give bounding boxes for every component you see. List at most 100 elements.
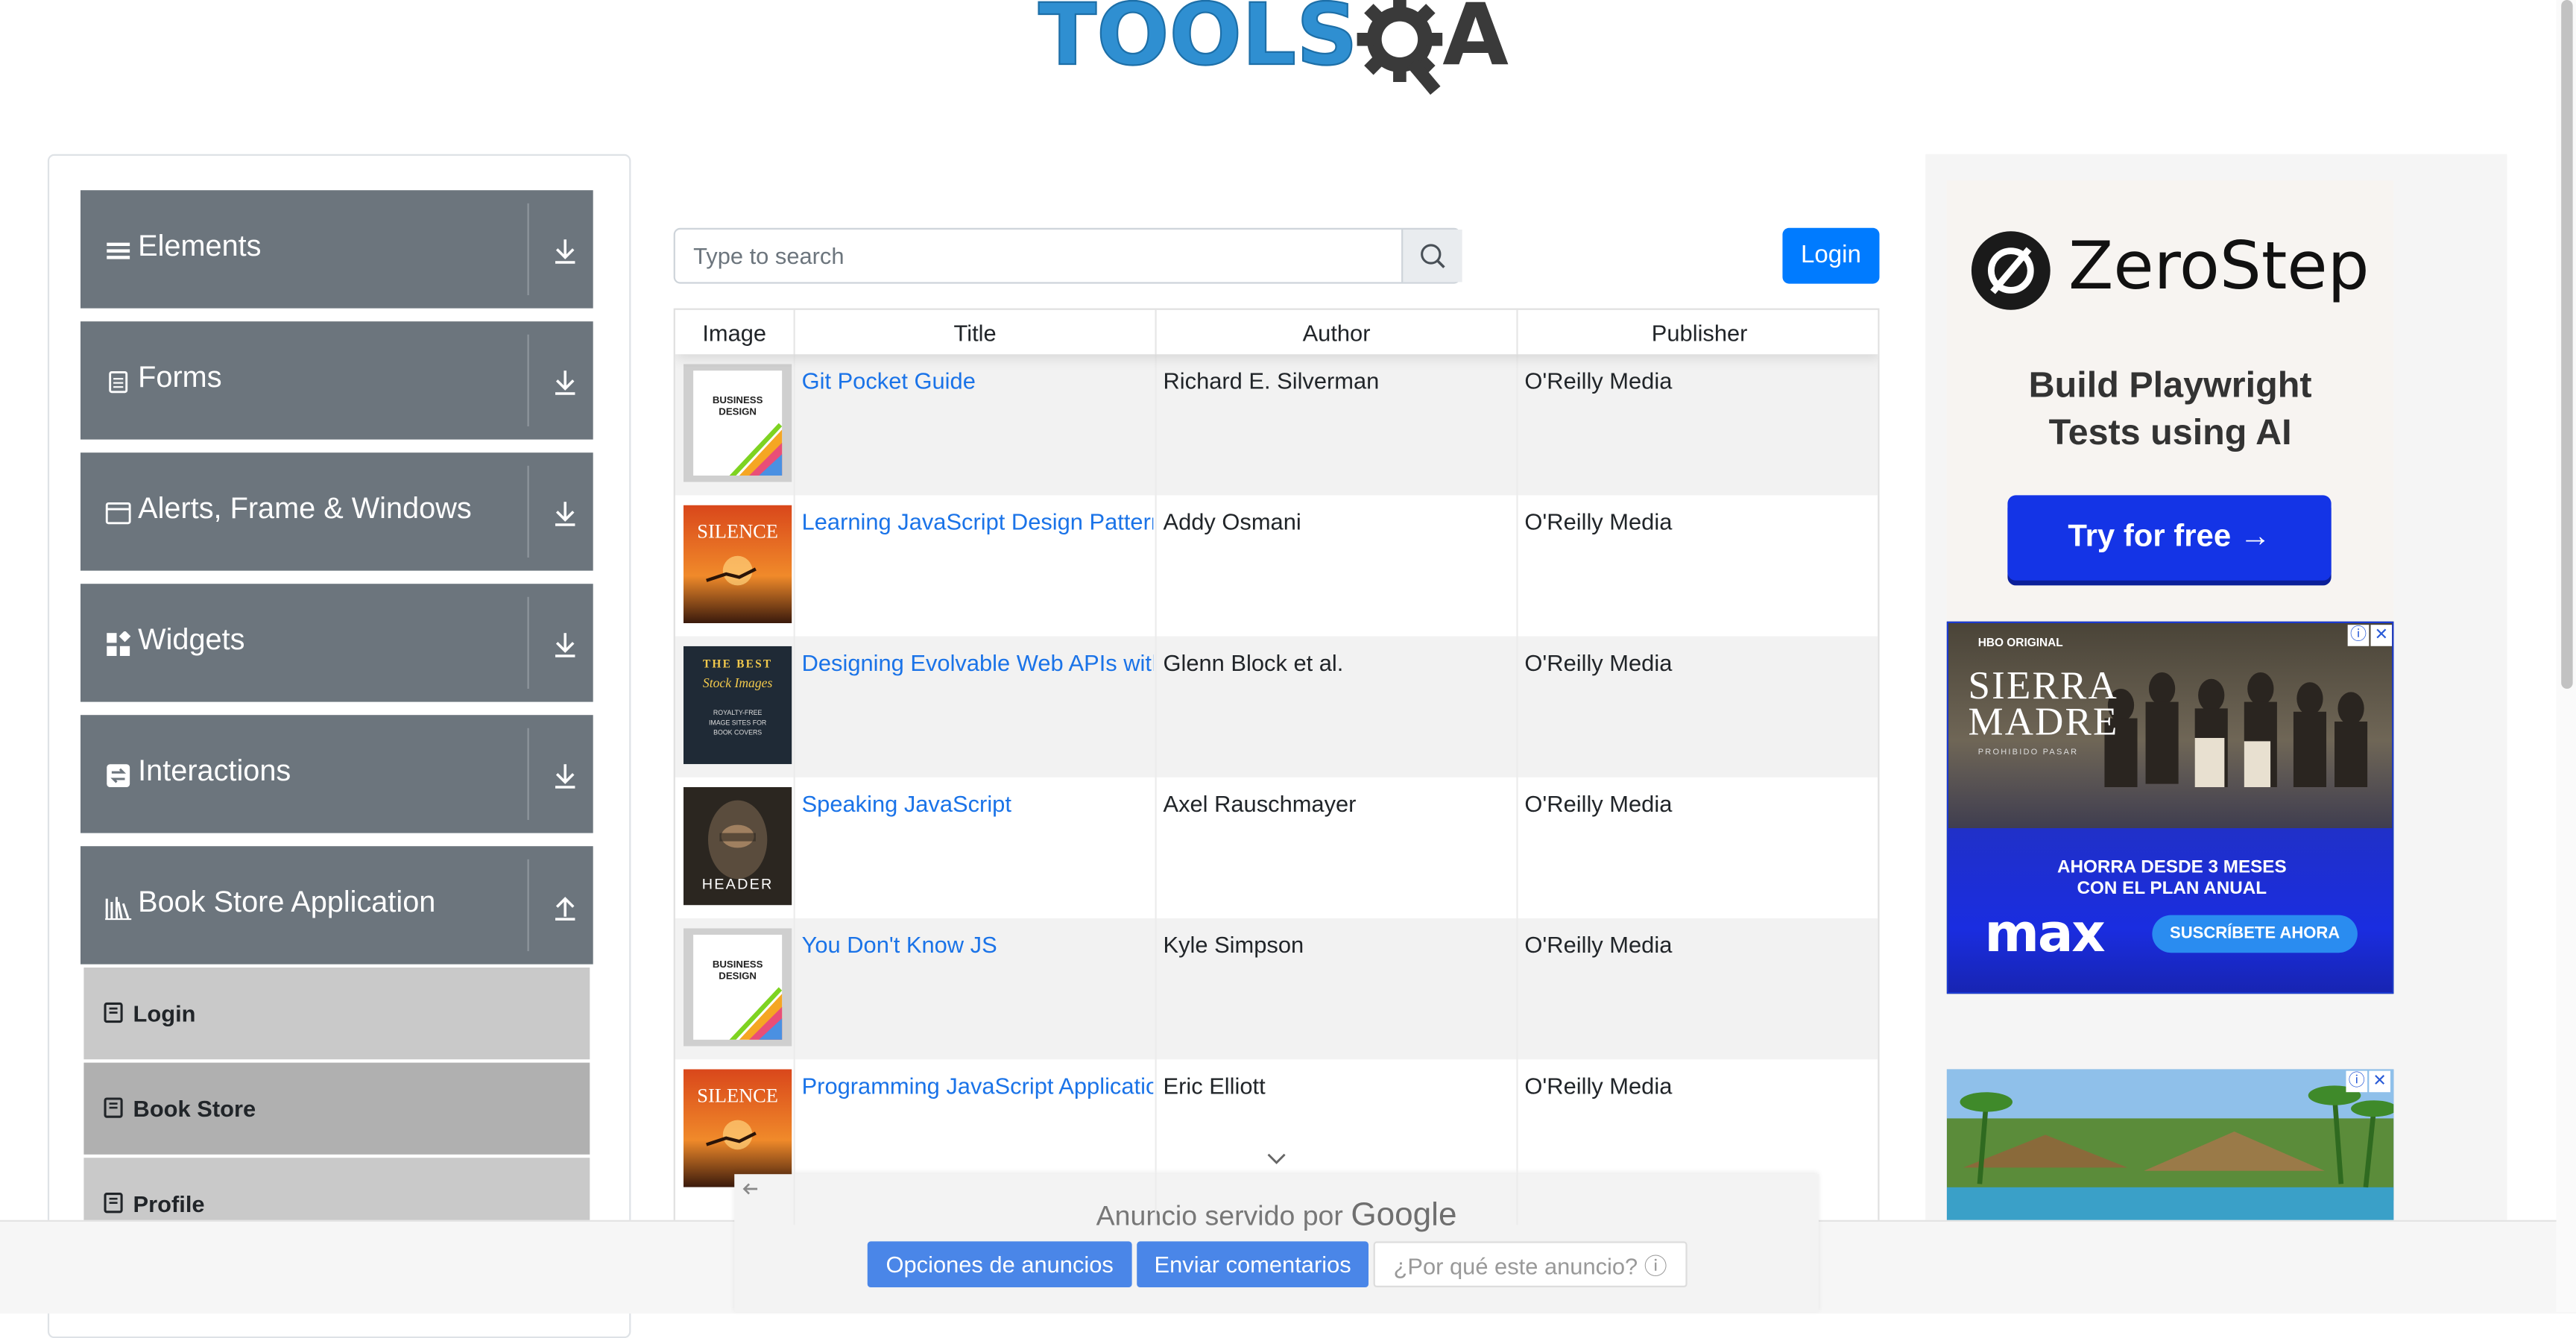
book-title-link[interactable]: Programming JavaScript Applications [802, 1073, 1154, 1099]
sidebar-group-label: Book Store Application [138, 886, 436, 918]
cover-text: Stock Images [703, 675, 773, 690]
books-table: Image Title Author Publisher BUSINESS DES… [673, 308, 1880, 1227]
book-title-link[interactable]: Git Pocket Guide [802, 367, 1154, 394]
cover-text: HEADER [702, 876, 774, 892]
back-arrow-icon[interactable] [741, 1179, 760, 1199]
why-this-ad-button[interactable]: ¿Por qué este anuncio? ⓘ [1373, 1241, 1688, 1287]
book-title-link[interactable]: Speaking JavaScript [802, 790, 1154, 816]
sierra-madre-ad[interactable]: HBO ORIGINAL SIERRA MADRE PROHIBIDO PASAR… [1946, 621, 2394, 994]
book-cover-image[interactable]: THE BEST Stock Images ROYALTY-FREE IMAGE SI… [683, 646, 792, 765]
close-ad-icon[interactable]: ✕ [2369, 1070, 2390, 1093]
hbo-label: HBO ORIGINAL [1977, 637, 2063, 650]
book-cover-image[interactable]: BUSINESS DESIGN [683, 928, 792, 1047]
logo-a: A [1442, 0, 1509, 86]
divider [527, 728, 529, 820]
divider [527, 596, 529, 689]
book-title-link[interactable]: You Don't Know JS [802, 932, 1154, 958]
cover-text: SILENCE [697, 1084, 778, 1106]
sidebar-group-label: Interactions [138, 754, 291, 787]
sidebar-group-elements[interactable]: Elements [80, 190, 593, 309]
book-publisher: O'Reilly Media [1524, 508, 1673, 535]
book-publisher: O'Reilly Media [1524, 649, 1673, 676]
logo-text: TOOLS [1038, 0, 1359, 86]
adchoices-icon[interactable]: ⓘ [2347, 625, 2370, 646]
cover-text: IMAGE SITES FOR [709, 719, 766, 726]
sidebar-group-alerts[interactable]: Alerts, Frame & Windows [80, 452, 593, 571]
book-icon [104, 1097, 123, 1118]
cover-text: DESIGN [719, 970, 757, 981]
divider [527, 203, 529, 295]
column-separator [1516, 309, 1518, 1225]
sidebar-group-label: Widgets [138, 623, 245, 656]
close-ad-icon[interactable]: ✕ [2370, 625, 2393, 646]
book-cover-image[interactable]: HEADER [683, 787, 792, 906]
search-box [673, 227, 1462, 284]
upload-arrow-icon [555, 897, 575, 921]
login-button[interactable]: Login [1782, 227, 1880, 284]
book-author: Eric Elliott [1163, 1072, 1266, 1099]
cover-text: SILENCE [697, 520, 778, 543]
document-icon [109, 370, 128, 394]
zerostep-tagline-1: Build Playwright [2028, 364, 2312, 405]
zerostep-ad[interactable]: ZeroStep Build Playwright Tests using AI … [1946, 180, 2394, 620]
download-arrow-icon [555, 370, 575, 395]
sidebar-item-login[interactable]: Login [83, 968, 590, 1060]
column-header-publisher[interactable]: Publisher [1518, 310, 1878, 354]
divider [527, 465, 529, 558]
toolsqa-logo[interactable]: TOOLS A [1038, 0, 1531, 101]
column-header-image[interactable]: Image [675, 309, 795, 355]
column-separator [1155, 309, 1157, 1225]
sidebar-group-widgets[interactable]: Widgets [80, 584, 593, 702]
search-input[interactable] [675, 230, 1400, 283]
search-button[interactable] [1401, 230, 1462, 283]
window-icon [105, 502, 131, 525]
book-cover-image[interactable]: SILENCE [683, 1069, 792, 1187]
table-row: SILENCE Learning JavaScript Design Patte… [675, 495, 1878, 636]
book-author: Kyle Simpson [1163, 931, 1304, 958]
sidebar-group-book-store-application[interactable]: Book Store Application [80, 846, 593, 965]
ad-served-by: Anuncio servido por Google [734, 1197, 1819, 1235]
book-cover-image[interactable]: BUSINESS DESIGN [683, 364, 792, 482]
table-header: Image Title Author Publisher [675, 309, 1878, 355]
sierra-title: SIERRA MADRE [1968, 667, 2119, 745]
column-header-title[interactable]: Title [795, 309, 1157, 355]
sidebar-item-label: Login [133, 1000, 196, 1027]
zerostep-cta-button[interactable]: Try for free → [2007, 495, 2332, 581]
cover-text: ROYALTY-FREE [713, 709, 763, 716]
adchoices-icon[interactable]: ⓘ [2346, 1070, 2368, 1093]
cover-text: THE BEST [703, 657, 772, 670]
zerostep-tagline-2: Tests using AI [2048, 411, 2292, 453]
scrollbar-thumb[interactable] [2561, 0, 2573, 689]
cover-text: DESIGN [719, 406, 757, 417]
divider [527, 859, 529, 951]
sierra-offer-line-1: AHORRA DESDE 3 MESES [2057, 857, 2287, 877]
subscribe-button[interactable]: SUSCRÍBETE AHORA [2152, 915, 2358, 953]
chevron-down-icon[interactable] [1265, 1148, 1288, 1171]
book-title-link[interactable]: Learning JavaScript Design Patterns [802, 508, 1154, 534]
book-author: Glenn Block et al. [1163, 649, 1344, 676]
search-icon [1421, 244, 1445, 268]
sidebar-item-book-store[interactable]: Book Store [83, 1062, 590, 1155]
book-title-link[interactable]: Designing Evolvable Web APIs with ASP.NE… [802, 649, 1154, 675]
download-arrow-icon [555, 764, 575, 789]
cover-text: BUSINESS [713, 959, 763, 970]
widgets-icon [107, 631, 131, 656]
ad-options-button[interactable]: Opciones de anuncios [867, 1241, 1132, 1287]
book-icon [104, 1002, 123, 1023]
column-header-author[interactable]: Author [1157, 309, 1518, 355]
sidebar-group-interactions[interactable]: Interactions [80, 715, 593, 833]
download-arrow-icon [555, 502, 575, 526]
book-author: Axel Rauschmayer [1163, 790, 1357, 817]
download-arrow-icon [555, 239, 575, 264]
table-row: THE BEST Stock Images ROYALTY-FREE IMAGE SI… [675, 636, 1878, 777]
sierra-offer-line-2: CON EL PLAN ANUAL [2077, 879, 2267, 899]
sierra-title-2: MADRE [1968, 701, 2119, 745]
sidebar-group-label: Forms [138, 361, 222, 394]
sierra-subtitle: PROHIBIDO PASAR [1977, 748, 2079, 758]
zerostep-logo-icon [1971, 231, 2051, 310]
book-cover-image[interactable]: SILENCE [683, 505, 792, 623]
google-ad-panel: Anuncio servido por Google Opciones de a… [734, 1174, 1819, 1312]
served-prefix: Anuncio servido por [1096, 1200, 1343, 1232]
send-feedback-button[interactable]: Enviar comentarios [1137, 1241, 1369, 1287]
sidebar-group-forms[interactable]: Forms [80, 321, 593, 440]
